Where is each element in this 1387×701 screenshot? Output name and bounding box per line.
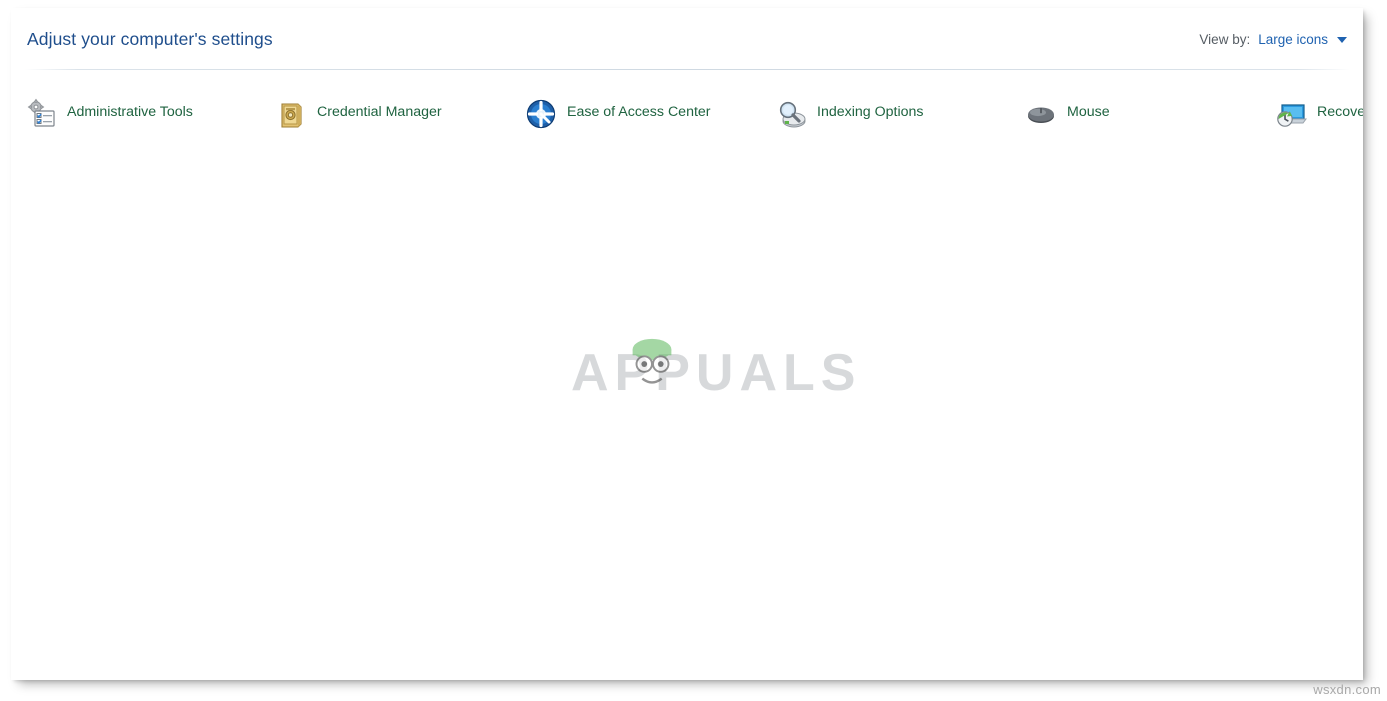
control-panel-item-label: Mouse xyxy=(1067,98,1110,122)
site-watermark: wsxdn.com xyxy=(1313,682,1381,697)
control-panel-window: Adjust your computer's settings View by:… xyxy=(11,8,1363,680)
view-by-value[interactable]: Large icons xyxy=(1258,32,1328,47)
chevron-down-icon[interactable] xyxy=(1337,37,1347,43)
appuals-watermark: APPUALS xyxy=(571,338,991,408)
credential-manager-icon xyxy=(275,98,307,130)
page-title: Adjust your computer's settings xyxy=(27,29,273,50)
mouse-icon xyxy=(1025,98,1057,130)
control-panel-item-label: Recovery xyxy=(1317,98,1363,122)
view-by-control[interactable]: View by: Large icons xyxy=(1199,32,1347,47)
recovery-icon xyxy=(1275,98,1307,130)
appuals-watermark-text: APPUALS xyxy=(571,343,861,403)
appuals-mascot-icon xyxy=(621,334,683,396)
control-panel-item-label: Credential Manager xyxy=(317,98,442,122)
control-panel-item-grid: Administrative Tools Credential Manager … xyxy=(25,96,1355,146)
screenshot-root: Adjust your computer's settings View by:… xyxy=(0,0,1387,701)
control-panel-item-credential-manager[interactable]: Credential Manager xyxy=(275,96,525,146)
control-panel-header: Adjust your computer's settings View by:… xyxy=(11,8,1363,70)
ease-of-access-center-icon xyxy=(525,98,557,130)
control-panel-item-ease-of-access-center[interactable]: Ease of Access Center xyxy=(525,96,775,146)
control-panel-item-label: Ease of Access Center xyxy=(567,98,711,122)
indexing-options-icon xyxy=(775,98,807,130)
administrative-tools-icon xyxy=(25,98,57,130)
control-panel-item-recovery[interactable]: Recovery xyxy=(1275,96,1363,146)
control-panel-item-label: Indexing Options xyxy=(817,98,923,122)
control-panel-item-label: Administrative Tools xyxy=(67,98,193,122)
control-panel-item-indexing-options[interactable]: Indexing Options xyxy=(775,96,1025,146)
control-panel-item-administrative-tools[interactable]: Administrative Tools xyxy=(25,96,275,146)
view-by-label: View by: xyxy=(1199,32,1250,47)
control-panel-item-mouse[interactable]: Mouse xyxy=(1025,96,1275,146)
header-divider xyxy=(25,69,1350,70)
